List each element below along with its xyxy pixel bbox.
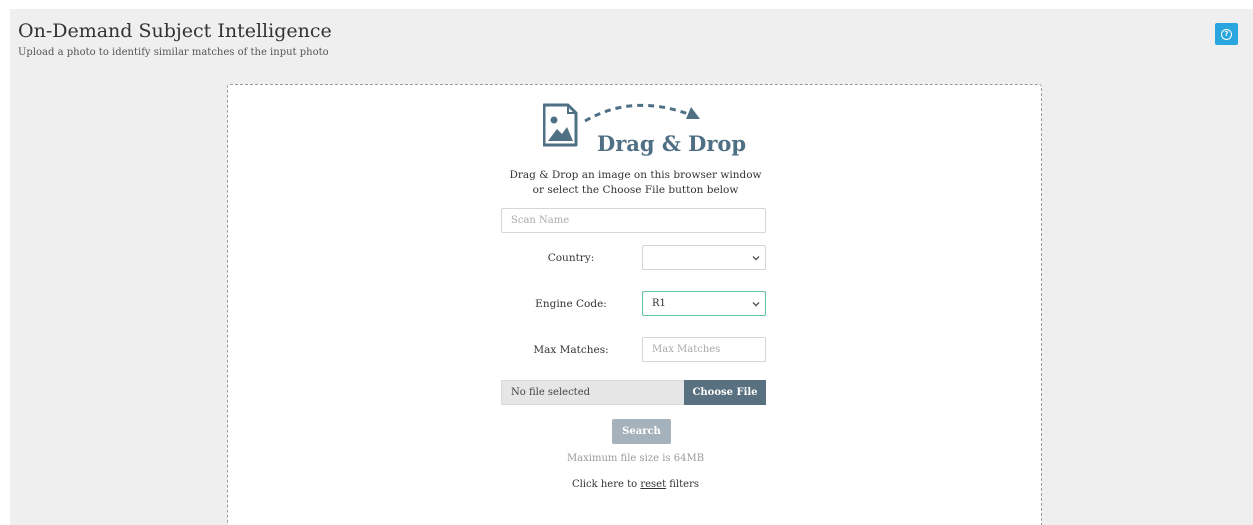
drag-drop-instructions: Drag & Drop an image on this browser win…: [228, 168, 1043, 198]
country-select[interactable]: [642, 245, 766, 270]
max-matches-input[interactable]: [642, 337, 766, 362]
instructions-line: or select the Choose File button below: [532, 184, 739, 196]
engine-code-label: Engine Code:: [535, 298, 607, 310]
country-label: Country:: [547, 252, 595, 264]
image-icon: [543, 103, 578, 147]
engine-code-value: R1: [652, 298, 666, 309]
chevron-down-icon: [752, 302, 760, 307]
page-subtitle: Upload a photo to identify similar match…: [18, 47, 329, 58]
max-file-size-note: Maximum file size is 64MB: [566, 453, 705, 464]
engine-code-select[interactable]: R1: [642, 291, 766, 316]
file-picker: No file selected Choose File: [501, 380, 766, 405]
question-circle-icon: ?: [1221, 28, 1232, 40]
help-button[interactable]: ?: [1215, 23, 1238, 45]
search-button[interactable]: Search: [612, 419, 671, 444]
drag-drop-title: Drag & Drop: [597, 131, 747, 156]
chevron-down-icon: [752, 256, 760, 261]
curved-dashed-arrow-icon: [584, 103, 700, 123]
scan-name-input[interactable]: [501, 208, 766, 233]
max-matches-label: Max Matches:: [533, 344, 609, 356]
instructions-line: Drag & Drop an image on this browser win…: [509, 169, 762, 181]
file-status: No file selected: [501, 380, 684, 405]
drop-zone[interactable]: Drag & Drop Drag & Drop an image on this…: [227, 84, 1042, 525]
reset-prefix: Click here to: [571, 479, 641, 490]
reset-filters-line: Click here to reset filters: [228, 479, 1043, 490]
reset-filters-link[interactable]: reset: [640, 479, 666, 490]
reset-suffix: filters: [666, 479, 700, 490]
choose-file-button[interactable]: Choose File: [684, 380, 766, 405]
page-title: On-Demand Subject Intelligence: [18, 20, 332, 42]
